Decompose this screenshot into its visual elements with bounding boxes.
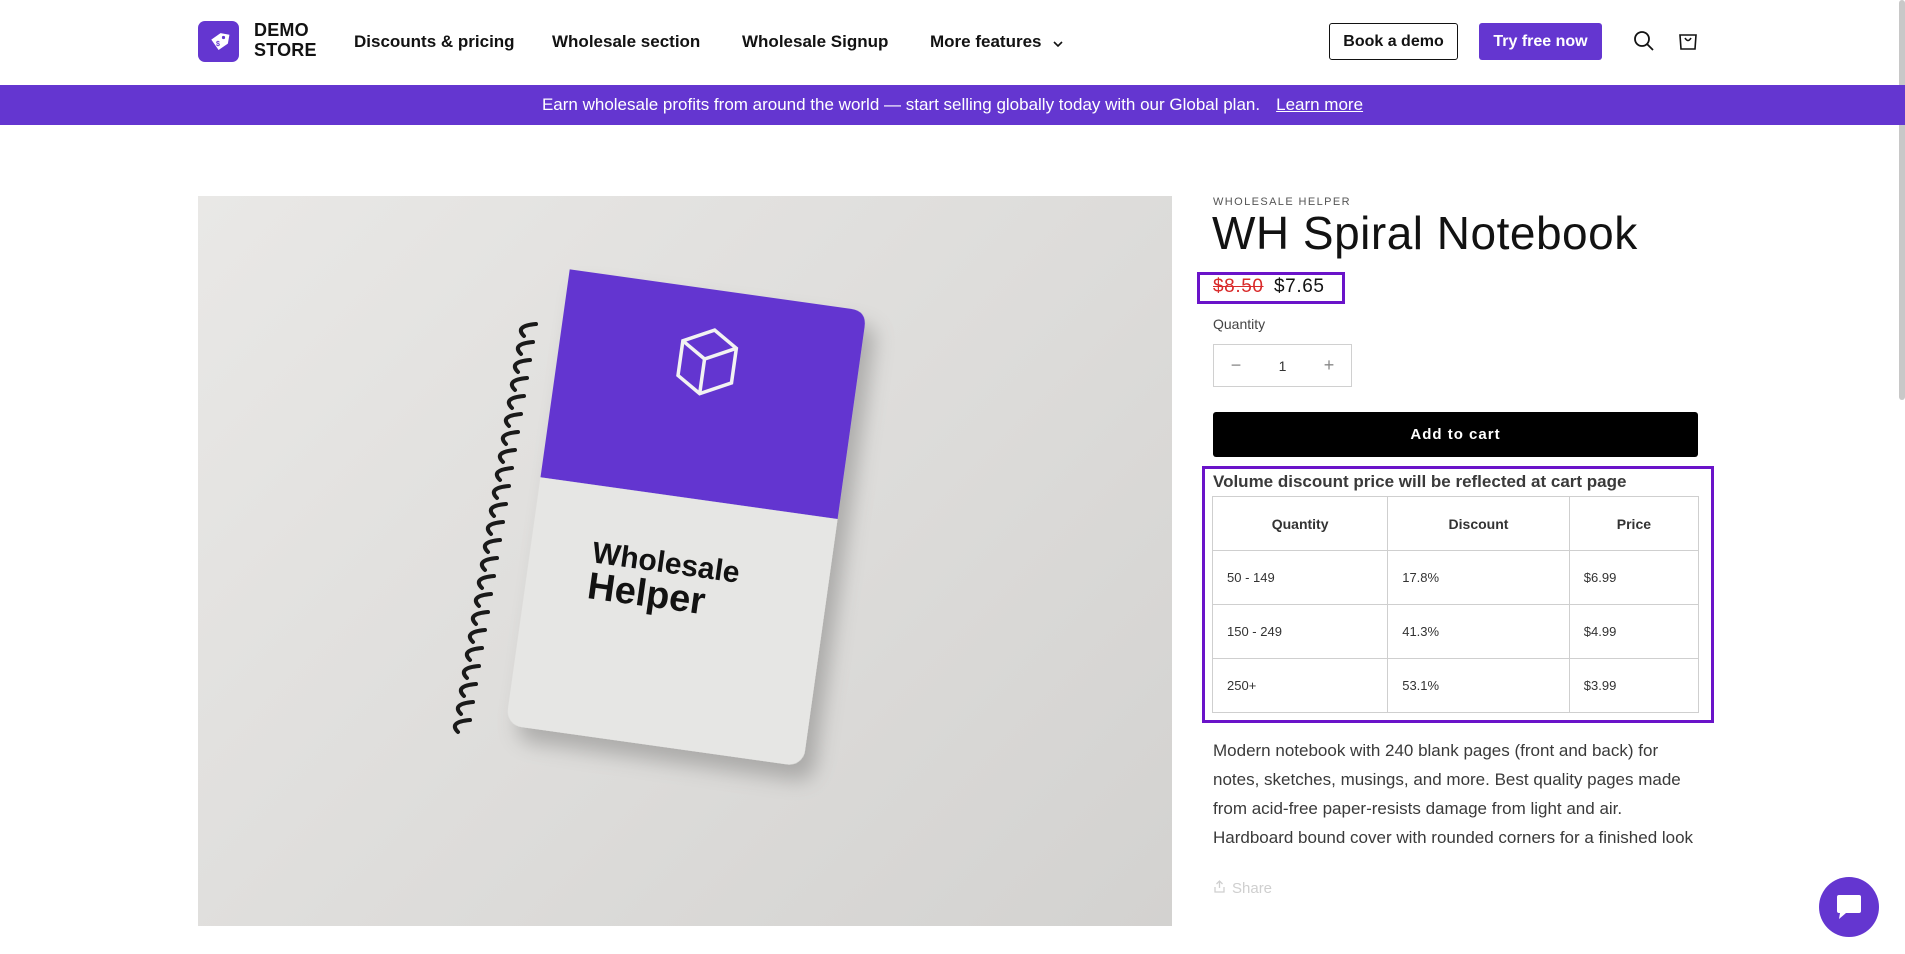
try-free-button[interactable]: Try free now (1479, 23, 1602, 60)
table-row: 250+ 53.1% $3.99 (1211, 658, 1700, 713)
cell-quantity: 50 - 149 (1211, 550, 1389, 605)
cell-quantity: 150 - 249 (1211, 604, 1389, 659)
cell-quantity: 250+ (1211, 658, 1389, 713)
volume-discount-table: Quantity Discount Price 50 - 149 17.8% $… (1211, 496, 1700, 713)
table-row: 150 - 249 41.3% $4.99 (1211, 604, 1700, 659)
nav-wholesale-signup[interactable]: Wholesale Signup (742, 32, 888, 52)
share-icon (1213, 880, 1226, 897)
cell-discount: 41.3% (1387, 604, 1570, 659)
cell-discount: 17.8% (1387, 550, 1570, 605)
product-image[interactable]: Wholesale Helper (198, 196, 1172, 926)
quantity-label: Quantity (1213, 316, 1266, 332)
chat-icon[interactable] (1819, 877, 1879, 937)
cell-discount: 53.1% (1387, 658, 1570, 713)
store-name-line1: DEMO (254, 20, 309, 40)
cart-icon[interactable] (1675, 28, 1701, 54)
cell-price: $4.99 (1568, 604, 1700, 659)
search-icon[interactable] (1631, 28, 1657, 54)
announcement-banner: Earn wholesale profits from around the w… (0, 85, 1905, 125)
quantity-input[interactable]: 1 (1258, 345, 1307, 386)
store-logo-icon[interactable]: $ (198, 21, 239, 62)
banner-text: Earn wholesale profits from around the w… (541, 95, 1261, 114)
share-button[interactable]: Share (1213, 880, 1272, 897)
nav-more-features-label: More features (930, 32, 1042, 51)
nav-more-features[interactable]: More features (930, 32, 1063, 53)
store-name[interactable]: DEMO STORE (254, 20, 317, 60)
learn-more-link[interactable]: Learn more (1276, 95, 1363, 115)
svg-text:$: $ (216, 41, 220, 48)
nav-wholesale-section[interactable]: Wholesale section (552, 32, 700, 52)
table-header-row: Quantity Discount Price (1211, 496, 1700, 551)
site-header: $ DEMO STORE Discounts & pricing Wholesa… (0, 0, 1905, 400)
quantity-stepper: − 1 + (1213, 344, 1352, 387)
quantity-increase-button[interactable]: + (1307, 345, 1351, 386)
share-label: Share (1232, 880, 1273, 897)
sale-price: $7.65 (1274, 276, 1325, 297)
table-row: 50 - 149 17.8% $6.99 (1211, 550, 1700, 605)
store-name-line2: STORE (254, 40, 317, 60)
volume-discount-heading: Volume discount price will be reflected … (1213, 472, 1627, 491)
notebook-illustration: Wholesale Helper (453, 269, 865, 765)
product-description: Modern notebook with 240 blank pages (fr… (1213, 741, 1694, 847)
nav-discounts-pricing[interactable]: Discounts & pricing (354, 32, 515, 52)
add-to-cart-button[interactable]: Add to cart (1213, 412, 1698, 457)
column-header-price: Price (1568, 496, 1700, 551)
chevron-down-icon (1053, 33, 1063, 53)
cell-price: $3.99 (1568, 658, 1700, 713)
book-demo-button[interactable]: Book a demo (1329, 23, 1458, 60)
page-scrollbar[interactable] (1899, 0, 1905, 400)
cell-price: $6.99 (1568, 550, 1700, 605)
column-header-discount: Discount (1387, 496, 1570, 551)
product-title: WH Spiral Notebook (1212, 207, 1638, 259)
quantity-decrease-button[interactable]: − (1214, 345, 1258, 386)
compare-at-price: $8.50 (1213, 276, 1264, 297)
column-header-quantity: Quantity (1211, 496, 1389, 551)
